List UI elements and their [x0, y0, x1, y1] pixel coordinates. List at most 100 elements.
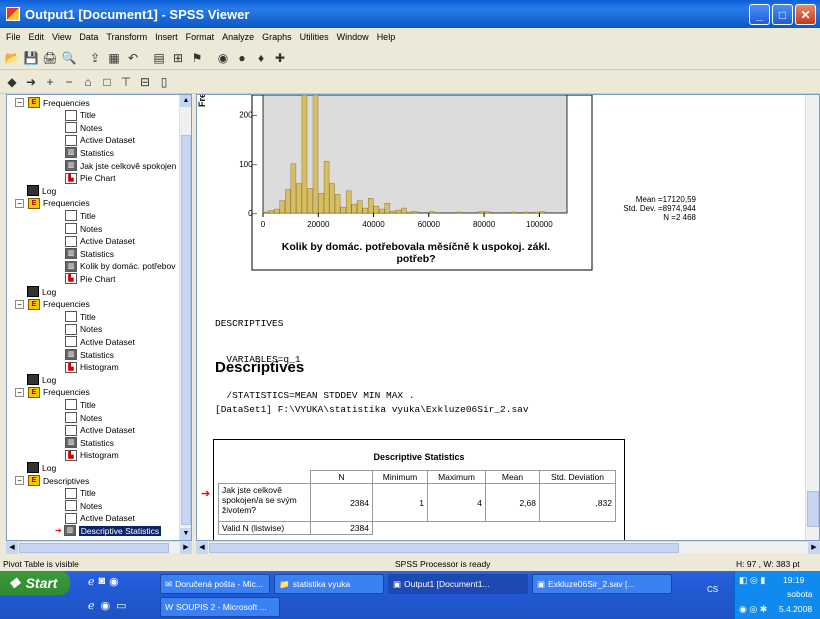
open-icon[interactable]: 📂: [4, 50, 20, 66]
goto-data-icon[interactable]: ▤: [151, 50, 167, 66]
outline-item[interactable]: Title: [65, 399, 96, 411]
undo-icon[interactable]: ↶: [125, 50, 141, 66]
menu-insert[interactable]: Insert: [151, 32, 182, 42]
outline-item[interactable]: ▥ Jak jste celkově spokojen: [65, 160, 176, 171]
menu-file[interactable]: File: [2, 32, 25, 42]
ie-icon[interactable]: ℯ: [88, 575, 95, 588]
task-exkluze[interactable]: ▣ Exkluze06Sir_2.sav [...: [532, 574, 672, 594]
show-icon[interactable]: ⌂: [80, 74, 96, 90]
goto-case-icon[interactable]: ⊞: [170, 50, 186, 66]
outline-hscrollbar[interactable]: ◀ ▶: [6, 541, 192, 554]
collapse-toggle-icon[interactable]: −: [15, 387, 24, 397]
scroll-right-icon[interactable]: ▶: [180, 542, 192, 554]
menu-transform[interactable]: Transform: [102, 32, 151, 42]
outline-item[interactable]: − E Frequencies: [15, 197, 90, 209]
insert-heading2-icon[interactable]: ⊤: [118, 74, 134, 90]
outline-item[interactable]: ▙ Pie Chart: [65, 273, 115, 285]
clock-time[interactable]: 19:19: [783, 575, 804, 585]
print-icon[interactable]: 🖨: [42, 50, 58, 66]
outline-item[interactable]: Title: [65, 311, 96, 323]
task-folder[interactable]: 📁 statistika vyuka: [274, 574, 384, 594]
menu-data[interactable]: Data: [75, 32, 102, 42]
outline-item[interactable]: ➔ ▥ Descriptive Statistics: [55, 525, 162, 537]
outline-item[interactable]: Notes: [65, 323, 102, 335]
scroll-thumb[interactable]: [19, 543, 169, 553]
outline-item[interactable]: ▥ Statistics: [65, 349, 114, 360]
outline-item[interactable]: ▙ Histogram: [65, 361, 119, 373]
outline-item[interactable]: Notes: [65, 500, 102, 512]
outline-item[interactable]: Title: [65, 109, 96, 121]
outline-item[interactable]: ▙ Pie Chart: [65, 172, 115, 184]
outline-item[interactable]: Active Dataset: [65, 424, 135, 436]
scroll-up-icon[interactable]: ▲: [180, 95, 191, 107]
pivot-table-frame[interactable]: Descriptive Statistics N Minimum Maximum…: [213, 439, 625, 540]
task-inbox[interactable]: ✉ Doručená pošta - Mic...: [160, 574, 270, 594]
tray-icons-2[interactable]: ◉ ◎ ✱: [739, 604, 767, 615]
language-indicator[interactable]: CS: [707, 585, 718, 594]
show-all-icon[interactable]: ●: [234, 50, 250, 66]
descriptives-heading[interactable]: Descriptives: [215, 359, 304, 376]
insert-note-icon[interactable]: ▯: [156, 74, 172, 90]
insert-title-icon[interactable]: ✚: [272, 50, 288, 66]
task-output1[interactable]: ▣ Output1 [Document1...: [388, 574, 528, 594]
output-vscrollbar[interactable]: [805, 95, 819, 540]
outline-item[interactable]: Notes: [65, 122, 102, 134]
use-sets-icon[interactable]: ◉: [215, 50, 231, 66]
outline-item[interactable]: Notes: [65, 412, 102, 423]
outline-item[interactable]: ▙ Histogram: [65, 449, 119, 461]
outlook-icon[interactable]: ◙: [99, 575, 106, 588]
collapse-icon[interactable]: −: [61, 74, 77, 90]
print-preview-icon[interactable]: 🔍: [61, 50, 77, 66]
firefox-icon[interactable]: ◉: [109, 575, 119, 588]
outline-item[interactable]: Active Dataset: [65, 336, 135, 348]
hide-icon[interactable]: □: [99, 74, 115, 90]
outline-item[interactable]: Log: [27, 185, 56, 197]
menu-analyze[interactable]: Analyze: [218, 32, 258, 42]
outline-item[interactable]: Log: [27, 462, 56, 474]
ie2-icon[interactable]: ℯ: [88, 599, 95, 612]
scroll-thumb[interactable]: [209, 543, 679, 553]
outline-vscrollbar[interactable]: ▲ ▼: [179, 95, 191, 540]
outline-item[interactable]: Active Dataset: [65, 235, 135, 247]
insert-text-icon[interactable]: ⊟: [137, 74, 153, 90]
outline-item[interactable]: Active Dataset: [65, 512, 135, 524]
demote-icon[interactable]: ➜: [23, 74, 39, 90]
scroll-thumb[interactable]: [807, 491, 819, 527]
expand-icon[interactable]: +: [42, 74, 58, 90]
scroll-left-icon[interactable]: ◀: [196, 542, 208, 554]
recall-dialog-icon[interactable]: ▦: [106, 50, 122, 66]
outline-item[interactable]: Title: [65, 210, 96, 222]
collapse-toggle-icon[interactable]: −: [15, 98, 24, 107]
export-icon[interactable]: ⇪: [87, 50, 103, 66]
dataset-note[interactable]: [DataSet1] F:\VYUKA\statistika vyuka\Exk…: [215, 404, 529, 415]
menu-help[interactable]: Help: [373, 32, 400, 42]
menu-format[interactable]: Format: [182, 32, 219, 42]
outline-item[interactable]: ▥ Kolik by domác. potřebov: [65, 260, 175, 272]
outline-item[interactable]: ▥ Statistics: [65, 147, 114, 159]
outline-item[interactable]: ▥ Statistics: [65, 248, 114, 260]
outline-item[interactable]: − E Frequencies: [15, 97, 90, 108]
menu-utilities[interactable]: Utilities: [296, 32, 333, 42]
outline-item[interactable]: Active Dataset: [65, 134, 135, 146]
output-pane[interactable]: 0– 100– 200– 0 20000 40000 60000 80000 100000 Fr…: [196, 94, 820, 541]
task-soupis[interactable]: W SOUPIS 2 - Microsoft ...: [160, 597, 280, 617]
collapse-toggle-icon[interactable]: −: [15, 476, 24, 485]
scroll-left-icon[interactable]: ◀: [6, 542, 18, 554]
tray-icons[interactable]: ◧ ◎ ▮: [739, 575, 765, 586]
outline-item[interactable]: Title: [65, 487, 96, 499]
spss-app-icon[interactable]: [6, 7, 20, 21]
maximize-button[interactable]: □: [772, 4, 793, 25]
outline-item[interactable]: Log: [27, 286, 56, 297]
scroll-right-icon[interactable]: ▶: [808, 542, 820, 554]
outline-item[interactable]: Notes: [65, 223, 102, 234]
insert-heading-icon[interactable]: ♦: [253, 50, 269, 66]
outline-item[interactable]: − E Frequencies: [15, 298, 90, 310]
desktop-icon[interactable]: ▭: [116, 599, 126, 612]
minimize-button[interactable]: _: [749, 4, 770, 25]
scroll-thumb[interactable]: [181, 135, 191, 525]
firefox2-icon[interactable]: ◉: [101, 599, 111, 612]
menu-view[interactable]: View: [48, 32, 75, 42]
outline-pane[interactable]: − E Frequencies Title Notes Active Dataset ▥ St…: [6, 94, 192, 541]
collapse-toggle-icon[interactable]: −: [15, 198, 24, 208]
save-icon[interactable]: 💾: [23, 50, 39, 66]
